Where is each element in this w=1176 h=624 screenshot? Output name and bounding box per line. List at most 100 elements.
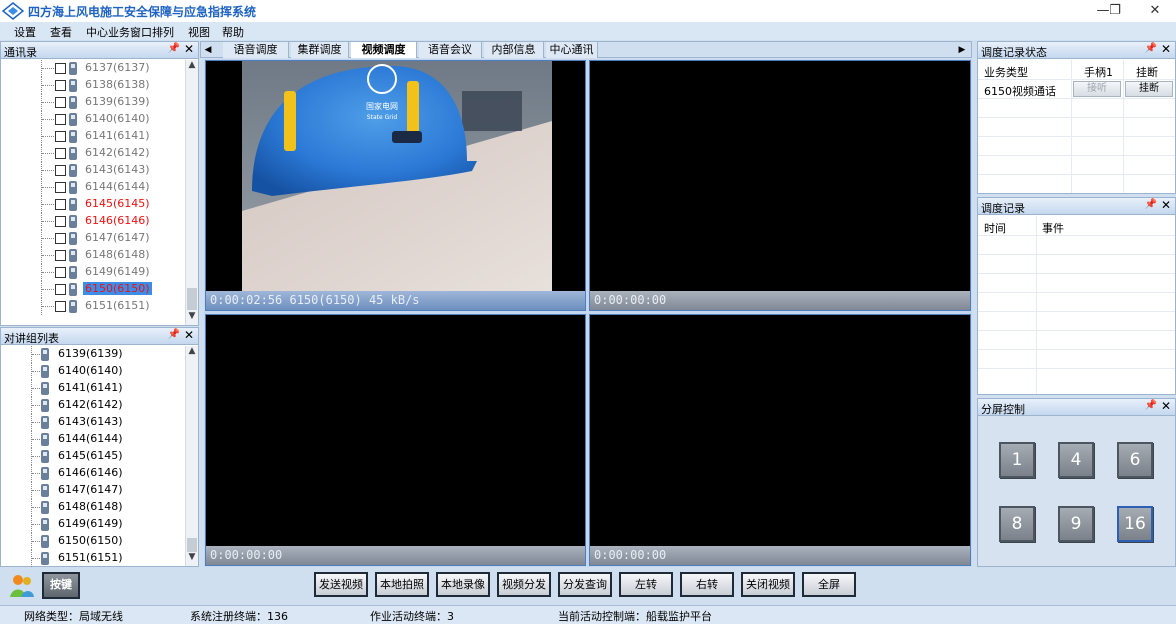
scroll-down-icon[interactable]: ▼ — [186, 552, 198, 566]
intercom-item[interactable]: 6143(6143) — [1, 414, 183, 431]
contact-item[interactable]: 6137(6137) — [1, 60, 183, 77]
intercom-scrollbar[interactable]: ▲ ▼ — [185, 346, 198, 566]
intercom-item[interactable]: 6147(6147) — [1, 482, 183, 499]
split-8-button[interactable]: 8 — [999, 506, 1035, 542]
intercom-item[interactable]: 6149(6149) — [1, 516, 183, 533]
user-status-icon[interactable] — [8, 573, 36, 599]
contact-item[interactable]: 6140(6140) — [1, 111, 183, 128]
contact-item[interactable]: 6150(6150) — [1, 281, 183, 298]
tab-item[interactable]: 视频调度 — [351, 42, 417, 58]
scroll-up-icon[interactable]: ▲ — [186, 346, 198, 360]
contact-checkbox[interactable] — [55, 114, 66, 125]
contact-checkbox[interactable] — [55, 97, 66, 108]
close-video-button[interactable]: 关闭视频 — [741, 572, 795, 597]
split-1-button[interactable]: 1 — [999, 442, 1035, 478]
video-cell-3[interactable]: 0:00:00:00 — [205, 314, 586, 566]
intercom-item[interactable]: 6150(6150) — [1, 533, 183, 550]
contact-item[interactable]: 6142(6142) — [1, 145, 183, 162]
contact-checkbox[interactable] — [55, 233, 66, 244]
contact-item[interactable]: 6145(6145) — [1, 196, 183, 213]
contact-checkbox[interactable] — [55, 165, 66, 176]
contact-item[interactable]: 6141(6141) — [1, 128, 183, 145]
scroll-up-icon[interactable]: ▲ — [186, 60, 198, 74]
pin-icon[interactable]: 📌 — [1145, 400, 1157, 411]
menu-window-arrange[interactable]: 中心业务窗口排列 — [86, 24, 174, 40]
pin-icon[interactable]: 📌 — [168, 43, 180, 54]
tab-scroll-left-icon[interactable]: ◀ — [201, 42, 215, 58]
video-distribute-button[interactable]: 视频分发 — [497, 572, 551, 597]
intercom-item[interactable]: 6144(6144) — [1, 431, 183, 448]
distribute-query-button[interactable]: 分发查询 — [558, 572, 612, 597]
intercom-item[interactable]: 6145(6145) — [1, 448, 183, 465]
contact-item[interactable]: 6138(6138) — [1, 77, 183, 94]
contact-checkbox[interactable] — [55, 250, 66, 261]
turn-right-button[interactable]: 右转 — [680, 572, 734, 597]
hangup-button[interactable]: 挂断 — [1125, 81, 1173, 97]
menu-view[interactable]: 查看 — [50, 24, 72, 40]
intercom-item[interactable]: 6139(6139) — [1, 346, 183, 363]
video-cell-4[interactable]: 0:00:00:00 — [589, 314, 971, 566]
scroll-thumb[interactable] — [187, 288, 197, 310]
video-cell-2[interactable]: 0:00:00:00 — [589, 60, 971, 311]
intercom-item[interactable]: 6141(6141) — [1, 380, 183, 397]
close-icon[interactable]: ✕ — [184, 42, 194, 56]
turn-left-button[interactable]: 左转 — [619, 572, 673, 597]
menu-settings[interactable]: 设置 — [14, 24, 36, 40]
contact-checkbox[interactable] — [55, 131, 66, 142]
pin-icon[interactable]: 📌 — [1145, 43, 1157, 54]
contact-item[interactable]: 6146(6146) — [1, 213, 183, 230]
scroll-thumb[interactable] — [187, 538, 197, 552]
tab-item[interactable]: 中心通讯 — [546, 42, 598, 58]
contact-item[interactable]: 6148(6148) — [1, 247, 183, 264]
fullscreen-button[interactable]: 全屏 — [802, 572, 856, 597]
intercom-panel-header: 对讲组列表 📌 ✕ — [1, 328, 198, 345]
contact-item[interactable]: 6147(6147) — [1, 230, 183, 247]
contact-item[interactable]: 6149(6149) — [1, 264, 183, 281]
answer-button[interactable]: 接听 — [1073, 81, 1121, 97]
video-cell-1[interactable]: 国家电网 State Grid 0:00:02:56 6150(6150) 45… — [205, 60, 586, 311]
send-video-button[interactable]: 发送视频 — [314, 572, 368, 597]
contact-checkbox[interactable] — [55, 267, 66, 278]
tab-scroll-right-icon[interactable]: ▶ — [955, 42, 969, 58]
contact-checkbox[interactable] — [55, 182, 66, 193]
close-icon[interactable]: ✕ — [1161, 399, 1171, 413]
split-9-button[interactable]: 9 — [1058, 506, 1094, 542]
keypad-button[interactable]: 按键 — [42, 572, 80, 599]
local-record-button[interactable]: 本地录像 — [436, 572, 490, 597]
intercom-item[interactable]: 6146(6146) — [1, 465, 183, 482]
contact-item[interactable]: 6139(6139) — [1, 94, 183, 111]
pin-icon[interactable]: 📌 — [1145, 199, 1157, 210]
tab-item[interactable]: 集群调度 — [291, 42, 349, 58]
contact-item[interactable]: 6144(6144) — [1, 179, 183, 196]
menu-views[interactable]: 视图 — [188, 24, 210, 40]
contact-checkbox[interactable] — [55, 80, 66, 91]
close-icon[interactable]: ✕ — [1161, 198, 1171, 212]
split-4-button[interactable]: 4 — [1058, 442, 1094, 478]
contact-checkbox[interactable] — [55, 63, 66, 74]
contacts-scrollbar[interactable]: ▲ ▼ — [185, 60, 198, 325]
restore-button[interactable]: ❐ — [1098, 0, 1132, 22]
close-icon[interactable]: ✕ — [1161, 42, 1171, 56]
split-16-button[interactable]: 16 — [1117, 506, 1153, 542]
intercom-item[interactable]: 6140(6140) — [1, 363, 183, 380]
close-button[interactable]: ✕ — [1138, 0, 1172, 22]
contact-item[interactable]: 6143(6143) — [1, 162, 183, 179]
menu-help[interactable]: 帮助 — [222, 24, 244, 40]
split-6-button[interactable]: 6 — [1117, 442, 1153, 478]
tab-item[interactable]: 内部信息 — [484, 42, 544, 58]
tab-item[interactable]: 语音会议 — [419, 42, 482, 58]
pin-icon[interactable]: 📌 — [168, 329, 180, 340]
tab-item[interactable]: 语音调度 — [223, 42, 289, 58]
contact-checkbox[interactable] — [55, 284, 66, 295]
intercom-item[interactable]: 6148(6148) — [1, 499, 183, 516]
close-icon[interactable]: ✕ — [184, 328, 194, 342]
intercom-item[interactable]: 6151(6151) — [1, 550, 183, 567]
intercom-item[interactable]: 6142(6142) — [1, 397, 183, 414]
contact-item[interactable]: 6151(6151) — [1, 298, 183, 315]
local-photo-button[interactable]: 本地拍照 — [375, 572, 429, 597]
contact-checkbox[interactable] — [55, 148, 66, 159]
contact-checkbox[interactable] — [55, 216, 66, 227]
contact-checkbox[interactable] — [55, 301, 66, 312]
contact-checkbox[interactable] — [55, 199, 66, 210]
scroll-down-icon[interactable]: ▼ — [186, 311, 198, 325]
